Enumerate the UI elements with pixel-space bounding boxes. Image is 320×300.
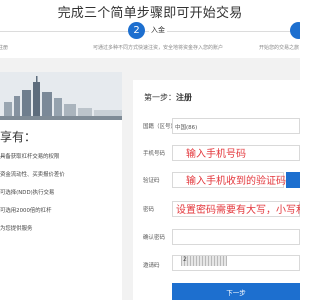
page-headline: 完成三个简单步骤即可开始交易 (57, 6, 243, 21)
invite-code-label: 邀请码 (143, 263, 160, 269)
step-2-label: 入金 (149, 25, 167, 35)
invite-code-value: 2 (183, 256, 187, 263)
benefit-item: 可选用2000倍的杠杆 (0, 208, 52, 214)
password-label: 密码 (143, 207, 155, 213)
confirm-password-input[interactable] (172, 229, 300, 245)
form-step-title: 第一步：注册 (144, 92, 192, 103)
verify-code-label: 验证码 (143, 178, 160, 184)
benefit-item: 可选择(NDD)执行交易 (0, 190, 55, 196)
phone-label: 手机号码 (143, 151, 166, 157)
send-code-button[interactable] (286, 172, 300, 188)
password-hint: 设置密码需要有大写，小写和 (176, 205, 300, 216)
confirm-password-label: 确认密码 (143, 235, 166, 241)
nationality-select[interactable]: 中国(86) (172, 118, 300, 134)
benefit-item: 具备获取杠杆交易的权限 (0, 154, 60, 160)
step-2-indicator: 2 (128, 22, 145, 39)
step-1-description: 注册 (0, 45, 9, 51)
city-skyline-image (0, 72, 122, 120)
registration-page: 完成三个简单步骤即可开始交易 2 入金 注册 可通过多种不同方式快速注资，安全地… (0, 0, 300, 300)
phone-hint: 输入手机号码 (186, 149, 246, 160)
benefit-item: 为您提供服务 (0, 226, 33, 232)
benefit-item: 资金流动性、买卖报价差价 (0, 172, 65, 178)
verify-code-hint: 输入手机收到的验证码 (186, 176, 286, 187)
form-step-prefix: 第一步： (144, 93, 176, 102)
invite-code-image (181, 256, 227, 266)
step-2-description: 可通过多种不同方式快速注资，安全地将资金存入您的账户 (93, 45, 224, 51)
form-step-name: 注册 (176, 93, 192, 102)
step-3-description: 开始您的交易之旅 (259, 45, 300, 51)
next-step-button[interactable]: 下一步 (172, 283, 300, 300)
promo-panel: 享有： 具备获取杠杆交易的权限 资金流动性、买卖报价差价 可选择(NDD)执行交… (0, 72, 122, 300)
nationality-value: 中国(86) (175, 125, 198, 131)
step-3-indicator (290, 22, 300, 39)
benefits-title: 享有： (0, 130, 37, 144)
